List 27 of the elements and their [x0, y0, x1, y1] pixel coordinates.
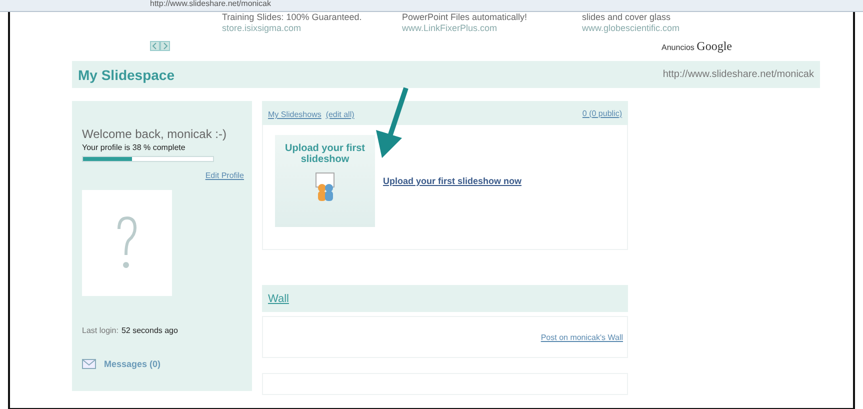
post-on-wall-link[interactable]: Post on monicak's Wall — [540, 332, 623, 342]
upload-tile-text: Upload your first slideshow — [285, 143, 365, 165]
address-bar-url[interactable]: http://www.slideshare.net/monicak — [150, 0, 271, 8]
question-mark-icon — [116, 215, 138, 271]
last-login-label: Last login: — [82, 326, 118, 335]
envelope-icon — [82, 359, 96, 369]
profile-url: http://www.slideshare.net/monicak — [662, 69, 814, 80]
ads-by-label: Anuncios Google — [662, 38, 732, 54]
edit-all-link[interactable]: (edit all) — [326, 110, 354, 119]
ad-title[interactable]: PowerPoint Files automatically! — [402, 12, 582, 23]
ad-title[interactable]: slides and cover glass — [582, 12, 762, 23]
wall-link[interactable]: Wall — [268, 292, 289, 304]
edit-profile-link[interactable]: Edit Profile — [205, 171, 244, 180]
upload-tile[interactable]: Upload your first slideshow — [275, 135, 375, 227]
last-login-value: 52 seconds ago — [121, 326, 178, 335]
ad-nav-arrows-icon[interactable] — [150, 41, 170, 51]
messages-link[interactable]: Messages (0) — [104, 359, 161, 369]
my-slideshows-link[interactable]: My Slideshows — [268, 110, 322, 119]
ad-title[interactable]: Training Slides: 100% Guaranteed. — [222, 12, 402, 23]
ad-url[interactable]: www.LinkFixerPlus.com — [402, 23, 582, 34]
page-title: My Slidespace — [78, 66, 174, 82]
ad-url[interactable]: store.isixsigma.com — [222, 23, 402, 34]
profile-completion-text: Your profile is 38 % complete — [82, 143, 186, 152]
upload-slideshow-link[interactable]: Upload your first slideshow now — [383, 176, 522, 186]
ad-url[interactable]: www.globescientific.com — [582, 23, 762, 34]
welcome-text: Welcome back, monicak :-) — [82, 127, 228, 141]
slideshow-count-link[interactable]: 0 (0 public) — [582, 108, 622, 118]
